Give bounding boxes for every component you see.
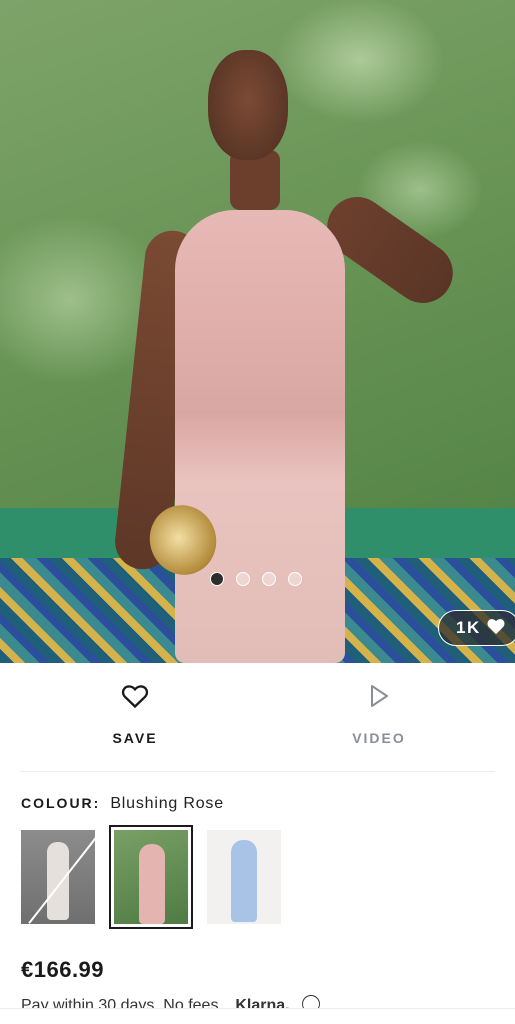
colour-swatch-selected[interactable] <box>109 825 193 929</box>
product-price: €166.99 <box>21 957 105 982</box>
product-actions: SAVE VIDEO <box>0 663 515 771</box>
save-button[interactable]: SAVE <box>75 683 195 746</box>
model-dress <box>175 210 345 663</box>
colour-selector-header: COLOUR: Blushing Rose <box>21 795 224 813</box>
heart-icon <box>486 617 506 640</box>
colour-value: Blushing Rose <box>110 795 224 812</box>
colour-swatch-blue[interactable] <box>207 830 281 924</box>
info-icon[interactable] <box>302 995 321 1009</box>
swatch-model <box>47 842 69 920</box>
likes-badge[interactable]: 1K <box>438 610 515 646</box>
carousel-dots <box>210 572 302 586</box>
save-label: SAVE <box>112 730 158 746</box>
colour-swatches <box>21 825 281 929</box>
carousel-dot-4[interactable] <box>288 572 302 586</box>
bottom-bar <box>0 1008 515 1024</box>
section-divider <box>20 771 495 772</box>
carousel-dot-3[interactable] <box>262 572 276 586</box>
play-outline-icon <box>367 683 391 714</box>
heart-outline-icon <box>121 683 149 714</box>
carousel-dot-2[interactable] <box>236 572 250 586</box>
colour-swatch-unavailable[interactable] <box>21 830 95 924</box>
payment-info: Pay within 30 days. No fees. Klarna. <box>21 995 381 1009</box>
carousel-dot-1[interactable] <box>210 572 224 586</box>
model-head <box>208 50 288 160</box>
video-button[interactable]: VIDEO <box>319 683 439 746</box>
swatch-model <box>139 844 165 924</box>
likes-count: 1K <box>456 618 481 637</box>
video-label: VIDEO <box>352 730 406 746</box>
colour-label: COLOUR: <box>21 795 101 811</box>
swatch-model <box>231 840 257 922</box>
product-image[interactable] <box>0 0 515 663</box>
